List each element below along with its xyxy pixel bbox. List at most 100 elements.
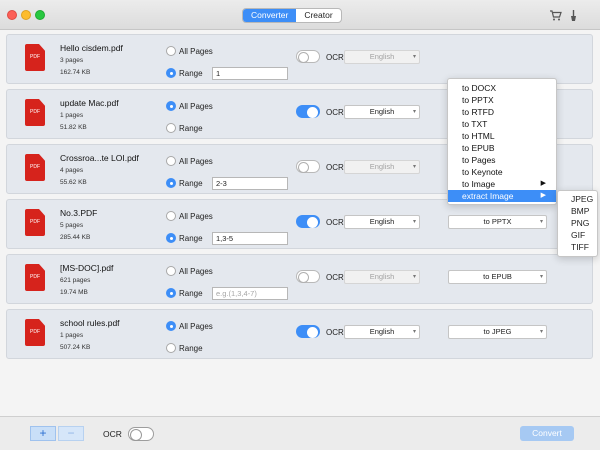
output-format-select[interactable]: to JPEG ▾ [448, 325, 547, 339]
ocr-label: OCR [326, 218, 344, 227]
global-ocr-label: OCR [103, 429, 122, 439]
pdf-file-icon: PDF [25, 264, 45, 291]
all-pages-label: All Pages [179, 157, 213, 166]
ocr-language-select[interactable]: English ▾ [344, 50, 420, 64]
zoom-window-button[interactable] [35, 10, 45, 20]
ocr-language-select[interactable]: English ▾ [344, 270, 420, 284]
ocr-language-select[interactable]: English ▾ [344, 105, 420, 119]
add-file-button[interactable]: + [30, 426, 56, 441]
range-radio[interactable] [166, 68, 176, 78]
file-size: 507.24 KB [60, 344, 91, 351]
all-pages-radio[interactable] [166, 46, 176, 56]
remove-file-button[interactable]: − [58, 426, 84, 441]
format-menu-item[interactable]: to Keynote [448, 166, 556, 178]
ocr-toggle[interactable] [296, 215, 320, 228]
file-row[interactable]: PDF No.3.PDF 5 pages 285.44 KB All Pages Rang… [6, 199, 593, 249]
ocr-toggle[interactable] [296, 105, 320, 118]
all-pages-radio[interactable] [166, 211, 176, 221]
menu-item-label: to TXT [462, 119, 488, 129]
output-format-select[interactable]: to PPTX ▾ [448, 215, 547, 229]
add-remove-control: + − [30, 426, 84, 441]
all-pages-radio[interactable] [166, 156, 176, 166]
format-menu-item[interactable]: to PPTX [448, 94, 556, 106]
page-range-input[interactable]: e.g.(1,3,4-7) [212, 287, 288, 300]
chevron-down-icon: ▾ [412, 274, 416, 280]
image-format-option[interactable]: BMP [558, 205, 597, 217]
image-format-option[interactable]: JPEG [558, 193, 597, 205]
output-format-select[interactable]: to EPUB ▾ [448, 270, 547, 284]
range-radio[interactable] [166, 233, 176, 243]
all-pages-radio[interactable] [166, 266, 176, 276]
close-window-button[interactable] [7, 10, 17, 20]
language-value: English [369, 327, 395, 336]
ocr-toggle[interactable] [296, 325, 320, 338]
pdf-file-icon: PDF [25, 99, 45, 126]
file-row[interactable]: PDF Hello cisdem.pdf 3 pages 162.74 KB All P… [6, 34, 593, 84]
page-range-input[interactable]: 1 [212, 67, 288, 80]
ocr-label: OCR [326, 108, 344, 117]
menu-item-label: to HTML [462, 131, 495, 141]
cart-icon[interactable] [549, 9, 562, 22]
minimize-window-button[interactable] [21, 10, 31, 20]
file-page-count: 3 pages [60, 57, 84, 64]
language-value: English [369, 162, 395, 171]
ocr-toggle[interactable] [296, 50, 320, 63]
page-range-input[interactable]: 2-3 [212, 177, 288, 190]
format-value: to JPEG [483, 327, 512, 336]
ocr-language-select[interactable]: English ▾ [344, 160, 420, 174]
all-pages-label: All Pages [179, 322, 213, 331]
ocr-language-select[interactable]: English ▾ [344, 325, 420, 339]
ocr-toggle[interactable] [296, 270, 320, 283]
bottom-toolbar: + − OCR Convert [0, 416, 600, 450]
chevron-down-icon: ▾ [539, 219, 543, 225]
format-menu-item[interactable]: to TXT [448, 118, 556, 130]
file-page-count: 1 pages [60, 112, 84, 119]
ocr-toggle[interactable] [296, 160, 320, 173]
format-menu-item[interactable]: to RTFD [448, 106, 556, 118]
brush-icon[interactable] [567, 9, 580, 22]
all-pages-radio[interactable] [166, 321, 176, 331]
menu-item-label: to DOCX [462, 83, 497, 93]
range-radio[interactable] [166, 343, 176, 353]
format-menu-item[interactable]: to HTML [448, 130, 556, 142]
image-format-option[interactable]: GIF [558, 229, 597, 241]
file-name: school rules.pdf [60, 318, 120, 328]
tab-creator[interactable]: Creator [296, 9, 340, 22]
format-value: to EPUB [483, 272, 512, 281]
chevron-down-icon: ▾ [412, 54, 416, 60]
format-menu-item[interactable]: to DOCX [448, 82, 556, 94]
tab-converter[interactable]: Converter [243, 9, 297, 22]
range-radio[interactable] [166, 288, 176, 298]
all-pages-label: All Pages [179, 212, 213, 221]
language-value: English [369, 272, 395, 281]
file-page-count: 4 pages [60, 167, 84, 174]
range-label: Range [179, 234, 203, 243]
format-menu-item[interactable]: to EPUB [448, 142, 556, 154]
format-menu-item[interactable]: to Pages [448, 154, 556, 166]
pdf-file-icon: PDF [25, 319, 45, 346]
image-format-option[interactable]: TIFF [558, 241, 597, 253]
ocr-language-select[interactable]: English ▾ [344, 215, 420, 229]
image-format-submenu: JPEG BMP PNG GIF TIFF [557, 190, 598, 257]
menu-item-label: to PPTX [462, 95, 494, 105]
global-ocr-toggle[interactable] [128, 427, 154, 441]
range-label: Range [179, 344, 203, 353]
range-radio[interactable] [166, 178, 176, 188]
format-menu-item[interactable]: to Image ▶ [448, 178, 556, 190]
ocr-label: OCR [326, 273, 344, 282]
ocr-label: OCR [326, 328, 344, 337]
range-radio[interactable] [166, 123, 176, 133]
page-range-input[interactable]: 1,3-5 [212, 232, 288, 245]
menu-item-label: to Keynote [462, 167, 503, 177]
menu-item-label: to EPUB [462, 143, 495, 153]
image-format-option[interactable]: PNG [558, 217, 597, 229]
range-label: Range [179, 289, 203, 298]
file-row[interactable]: PDF school rules.pdf 1 pages 507.24 KB All P… [6, 309, 593, 359]
chevron-down-icon: ▾ [539, 329, 543, 335]
convert-button[interactable]: Convert [520, 426, 574, 441]
all-pages-label: All Pages [179, 47, 213, 56]
format-menu-item[interactable]: extract Image ▶ [448, 190, 556, 202]
all-pages-radio[interactable] [166, 101, 176, 111]
file-row[interactable]: PDF [MS-DOC].pdf 621 pages 19.74 MB All Page… [6, 254, 593, 304]
file-page-count: 621 pages [60, 277, 91, 284]
